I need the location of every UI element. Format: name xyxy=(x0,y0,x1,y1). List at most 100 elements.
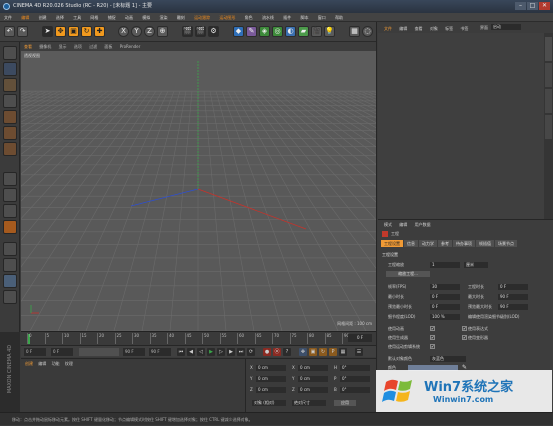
tab-todo[interactable]: 待办事项 xyxy=(453,240,475,247)
point-level-key-icon[interactable]: ▦ xyxy=(339,348,347,356)
menu-mograph[interactable]: 运动图形 xyxy=(215,13,239,22)
minimize-button[interactable]: – xyxy=(515,2,526,10)
tab-info[interactable]: 信息 xyxy=(404,240,418,247)
tab-project-settings[interactable]: 工程设置 xyxy=(381,240,403,247)
checkbox[interactable]: ✔ xyxy=(430,326,435,331)
size-mode-select[interactable]: 绝对尺寸 xyxy=(292,400,326,406)
keyframe-selection-icon[interactable]: ? xyxy=(283,348,291,356)
loop-icon[interactable]: ⟳ xyxy=(247,348,255,356)
camera-icon[interactable]: 🎥 xyxy=(311,26,322,37)
pen-spline-icon[interactable]: ✎ xyxy=(246,26,257,37)
viewport-menu-filter[interactable]: 过滤 xyxy=(86,42,100,51)
timeline-ruler[interactable]: 0 5 10 15 20 25 30 35 40 45 50 55 60 65 70 75 80 85 90 0 F xyxy=(21,331,376,345)
autokey-icon[interactable]: ⦿ xyxy=(273,348,281,356)
layout-select[interactable]: 启动 xyxy=(491,24,521,30)
material-menu-function[interactable]: 功能 xyxy=(52,361,60,366)
viewport-menu-display[interactable]: 显示 xyxy=(56,42,70,51)
attribute-field-input[interactable]: 100 % xyxy=(430,314,460,320)
menu-window[interactable]: 窗口 xyxy=(314,13,330,22)
attribute-menu-edit[interactable]: 编辑 xyxy=(396,220,410,229)
coord-value-field[interactable]: 0° xyxy=(340,387,370,393)
menu-mesh[interactable]: 网格 xyxy=(86,13,102,22)
attribute-field-input[interactable]: 30 xyxy=(430,284,460,290)
locked-workplane-icon[interactable] xyxy=(3,242,17,256)
select-tool-icon[interactable]: ➤ xyxy=(42,26,53,37)
model-mode-icon[interactable] xyxy=(3,62,17,76)
coordinate-mode-select[interactable]: 对象 (相对) xyxy=(252,400,286,406)
coord-value-field[interactable]: 0 cm xyxy=(298,387,328,393)
coord-value-field[interactable]: 0 cm xyxy=(298,376,328,382)
coord-value-field[interactable]: 0 cm xyxy=(256,365,286,371)
planar-workplane-icon[interactable] xyxy=(3,258,17,272)
light-icon[interactable]: 💡 xyxy=(324,26,335,37)
menu-file[interactable]: 文件 xyxy=(0,13,16,22)
make-editable-icon[interactable] xyxy=(3,46,17,60)
scale-project-button[interactable]: 缩放工程... xyxy=(386,271,430,277)
viewport-solo-icon[interactable] xyxy=(3,204,17,218)
coordinate-system-icon[interactable]: ⊕ xyxy=(157,26,168,37)
light-bulb-icon[interactable]: ◌ xyxy=(362,26,373,37)
render-view-icon[interactable]: 🎬 xyxy=(182,26,193,37)
menu-character[interactable]: 角色 xyxy=(241,13,257,22)
render-picture-viewer-icon[interactable]: 🎬 xyxy=(195,26,206,37)
undo-button[interactable]: ↶ xyxy=(4,26,15,37)
viewport-menu-panel[interactable]: 面板 xyxy=(101,42,115,51)
previous-frame-icon[interactable]: ◁ xyxy=(197,348,205,356)
object-menu-tags[interactable]: 标签 xyxy=(442,24,456,33)
move-tool-icon[interactable]: ✥ xyxy=(55,26,66,37)
coord-value-field[interactable]: 0 cm xyxy=(256,376,286,382)
position-key-icon[interactable]: ✥ xyxy=(299,348,307,356)
object-menu-view[interactable]: 查看 xyxy=(412,24,426,33)
subdivision-surface-icon[interactable]: ◈ xyxy=(259,26,270,37)
tab-referencing[interactable]: 参考 xyxy=(438,240,452,247)
go-to-start-icon[interactable]: ⏮ xyxy=(177,348,185,356)
attribute-field-input[interactable]: 90 F xyxy=(498,304,528,310)
coord-value-field[interactable]: 0° xyxy=(340,365,370,371)
menu-render[interactable]: 渲染 xyxy=(156,13,172,22)
x-axis-lock-button[interactable]: X xyxy=(118,26,129,37)
menu-sculpt[interactable]: 雕刻 xyxy=(173,13,189,22)
points-mode-icon[interactable] xyxy=(3,110,17,124)
menu-plugins[interactable]: 插件 xyxy=(279,13,295,22)
next-key-icon[interactable]: ▶ xyxy=(227,348,235,356)
parameter-key-icon[interactable]: P xyxy=(329,348,337,356)
checkbox[interactable]: ✔ xyxy=(462,335,467,340)
cube-primitive-icon[interactable]: ◆ xyxy=(233,26,244,37)
material-menu-texture[interactable]: 纹理 xyxy=(65,361,73,366)
tweak-mode-icon[interactable] xyxy=(3,188,17,202)
viewport-menu-options[interactable]: 选项 xyxy=(71,42,85,51)
project-scale-unit-select[interactable]: 厘米 xyxy=(464,262,488,268)
rotation-key-icon[interactable]: ↻ xyxy=(319,348,327,356)
texture-axis-icon[interactable] xyxy=(3,290,17,304)
record-keys-icon[interactable]: ● xyxy=(263,348,271,356)
coord-value-field[interactable]: 0 cm xyxy=(298,365,328,371)
attribute-field-input[interactable]: 0 F xyxy=(430,294,460,300)
end-frame-field[interactable]: 90 F xyxy=(123,348,145,356)
project-scale-input[interactable]: 1 xyxy=(430,262,460,268)
objects-side-tab[interactable] xyxy=(545,37,552,61)
polygons-mode-icon[interactable] xyxy=(3,142,17,156)
texture-mode-icon[interactable] xyxy=(3,78,17,92)
material-menu-create[interactable]: 创建 xyxy=(25,361,33,366)
object-list[interactable] xyxy=(378,33,544,219)
menu-pipeline[interactable]: 流水线 xyxy=(258,13,278,22)
menu-tools[interactable]: 工具 xyxy=(69,13,85,22)
floor-object-icon[interactable]: ▰ xyxy=(298,26,309,37)
menu-simulate[interactable]: 模拟 xyxy=(138,13,154,22)
tab-scene-nodes[interactable]: 场景节点 xyxy=(495,240,517,247)
menu-select[interactable]: 选择 xyxy=(52,13,68,22)
axis-mode-icon[interactable] xyxy=(3,172,17,186)
content-browser-side-tab[interactable] xyxy=(545,89,552,113)
menu-animate[interactable]: 动画 xyxy=(121,13,137,22)
close-button[interactable]: ✕ xyxy=(539,2,550,10)
array-generator-icon[interactable]: ◎ xyxy=(272,26,283,37)
timeline-range-slider[interactable] xyxy=(79,348,119,356)
snapping-icon[interactable] xyxy=(3,220,17,234)
apply-button[interactable]: 应用 xyxy=(334,400,356,406)
layout-grid-icon[interactable]: ▦ xyxy=(349,26,360,37)
menu-edit[interactable]: 编辑 xyxy=(17,13,33,22)
attribute-field-input[interactable]: 90 F xyxy=(498,294,528,300)
bend-deformer-icon[interactable]: ◐ xyxy=(285,26,296,37)
default-object-color-select[interactable]: 灰蓝色 xyxy=(430,356,466,362)
next-frame-icon[interactable]: ▷ xyxy=(217,348,225,356)
